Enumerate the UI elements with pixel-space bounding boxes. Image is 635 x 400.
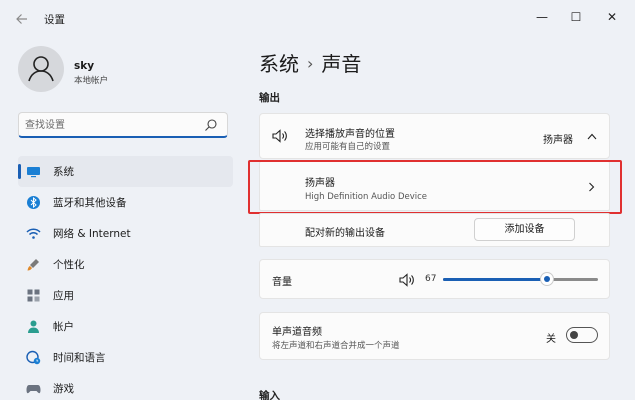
mono-audio-subtitle: 将左声道和右声道合并成一个声道 bbox=[272, 341, 400, 351]
selected-output-value: 扬声器 bbox=[543, 135, 573, 146]
settings-window: 设置 — ☐ ✕ sky 本地帐户 系统 蓝牙和其他设备 bbox=[0, 0, 635, 400]
sidebar-item-accounts[interactable]: 帐户 bbox=[18, 311, 233, 342]
volume-slider-thumb[interactable] bbox=[540, 272, 554, 286]
pair-new-output-label: 配对新的输出设备 bbox=[305, 228, 385, 239]
sidebar-item-apps[interactable]: 应用 bbox=[18, 280, 233, 311]
monitor-icon bbox=[27, 167, 40, 178]
close-button[interactable]: ✕ bbox=[594, 6, 630, 28]
breadcrumb-separator: › bbox=[307, 54, 314, 73]
sidebar-item-label: 帐户 bbox=[53, 321, 74, 333]
mono-audio-state: 关 bbox=[546, 334, 556, 345]
sidebar-item-label: 系统 bbox=[53, 166, 74, 178]
minimize-button[interactable]: — bbox=[524, 6, 560, 28]
wifi-icon bbox=[26, 228, 41, 239]
person-icon bbox=[28, 320, 39, 333]
volume-value: 67 bbox=[425, 274, 437, 284]
person-icon bbox=[28, 56, 54, 82]
back-button[interactable] bbox=[12, 9, 32, 29]
breadcrumb: 系统 › 声音 bbox=[259, 48, 361, 77]
sidebar-item-label: 蓝牙和其他设备 bbox=[53, 197, 127, 209]
account-type: 本地帐户 bbox=[74, 76, 109, 86]
sidebar-item-label: 应用 bbox=[53, 290, 74, 302]
search-input[interactable] bbox=[25, 117, 201, 133]
choose-output-card[interactable]: 选择播放声音的位置 应用可能有自己的设置 扬声器 bbox=[259, 113, 610, 159]
choose-output-subtitle: 应用可能有自己的设置 bbox=[305, 142, 391, 152]
speaker-icon bbox=[272, 129, 287, 143]
search-icon[interactable] bbox=[204, 118, 218, 132]
app-title: 设置 bbox=[44, 14, 65, 26]
sidebar-item-label: 网络 & Internet bbox=[53, 228, 131, 240]
toggle-knob bbox=[570, 331, 578, 339]
choose-output-title: 选择播放声音的位置 bbox=[305, 129, 395, 140]
add-device-button[interactable]: 添加设备 bbox=[474, 218, 575, 241]
sidebar-item-label: 游戏 bbox=[53, 383, 74, 395]
sidebar-item-label: 个性化 bbox=[53, 259, 85, 271]
apps-icon bbox=[27, 289, 40, 302]
mono-audio-toggle[interactable] bbox=[566, 327, 598, 343]
volume-slider-fill bbox=[443, 278, 547, 281]
sidebar-item-label: 时间和语言 bbox=[53, 352, 106, 364]
arrow-left-icon bbox=[16, 14, 27, 24]
volume-speaker-icon[interactable] bbox=[399, 273, 415, 287]
brush-icon bbox=[27, 259, 39, 271]
title-bar: 设置 — ☐ ✕ bbox=[0, 0, 635, 36]
input-section-label: 输入 bbox=[259, 390, 280, 400]
sidebar-item-system[interactable]: 系统 bbox=[18, 156, 233, 187]
sidebar-item-time-language[interactable]: 时间和语言 bbox=[18, 342, 233, 373]
sidebar-item-personalization[interactable]: 个性化 bbox=[18, 249, 233, 280]
sidebar-item-network[interactable]: 网络 & Internet bbox=[18, 218, 233, 249]
sidebar-item-bluetooth[interactable]: 蓝牙和其他设备 bbox=[18, 187, 233, 218]
sidebar-nav: 系统 蓝牙和其他设备 网络 & Internet 个性化 应用 帐户 时间和语言 bbox=[18, 156, 233, 400]
globe-clock-icon bbox=[26, 350, 41, 365]
mono-audio-card: 单声道音频 将左声道和右声道合并成一个声道 关 bbox=[259, 312, 610, 360]
page-title: 声音 bbox=[321, 52, 362, 76]
volume-label: 音量 bbox=[272, 277, 292, 288]
avatar[interactable] bbox=[18, 46, 64, 92]
bluetooth-icon bbox=[27, 196, 40, 209]
output-section-label: 输出 bbox=[259, 92, 280, 104]
gamepad-icon bbox=[26, 385, 41, 394]
sidebar-item-gaming[interactable]: 游戏 bbox=[18, 373, 233, 400]
mono-audio-title: 单声道音频 bbox=[272, 327, 322, 338]
maximize-button[interactable]: ☐ bbox=[558, 6, 594, 28]
highlight-frame bbox=[248, 160, 622, 214]
volume-slider[interactable] bbox=[443, 272, 598, 286]
search-box[interactable] bbox=[18, 112, 228, 138]
breadcrumb-parent[interactable]: 系统 bbox=[259, 52, 299, 76]
chevron-up-icon[interactable] bbox=[587, 133, 597, 140]
user-name: sky bbox=[74, 60, 95, 72]
